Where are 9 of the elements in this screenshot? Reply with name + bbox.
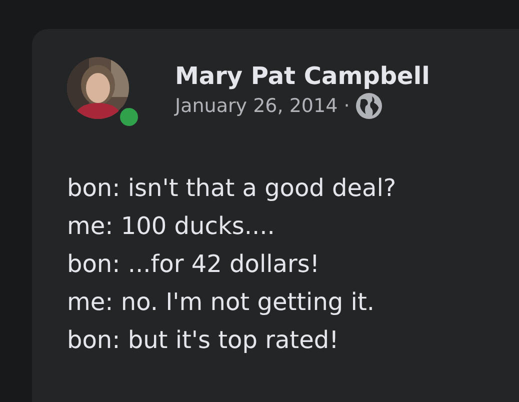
post-text-line: me: no. I'm not getting it. — [67, 287, 376, 318]
globe-icon[interactable] — [356, 93, 382, 119]
post-text-line: bon: ...for 42 dollars! — [67, 249, 320, 280]
author-name[interactable]: Mary Pat Campbell — [175, 61, 430, 91]
post-text-line: me: 100 ducks.... — [67, 211, 276, 242]
post-text-line: bon: but it's top rated! — [67, 325, 340, 356]
post-text-line: bon: isn't that a good deal? — [67, 173, 398, 204]
post-date[interactable]: January 26, 2014 — [175, 93, 338, 119]
separator: · — [344, 94, 350, 119]
